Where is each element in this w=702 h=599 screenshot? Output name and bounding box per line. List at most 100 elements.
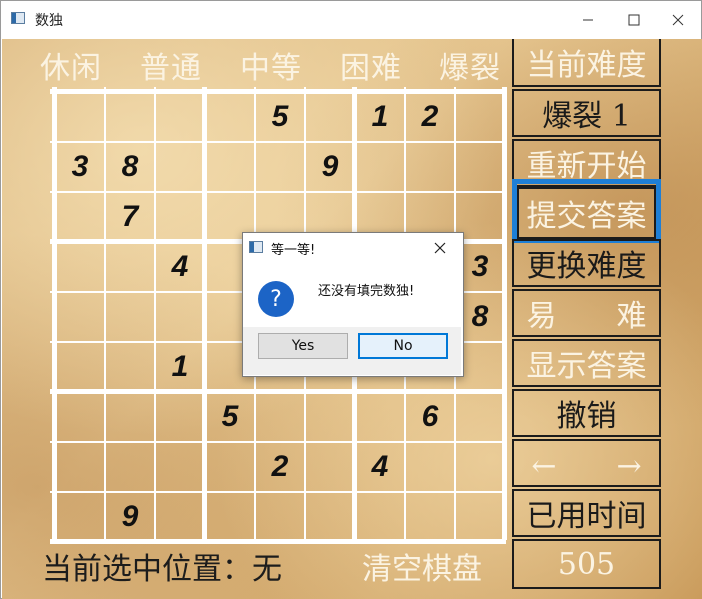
sudoku-cell[interactable] xyxy=(55,442,105,492)
sudoku-cell[interactable] xyxy=(55,242,105,292)
dialog-app-icon xyxy=(249,241,263,253)
sudoku-cell[interactable] xyxy=(155,92,205,142)
difficulty-tab-casual[interactable]: 休闲 xyxy=(40,43,102,87)
submit-answer-button[interactable]: 提交答案 xyxy=(517,187,656,239)
sudoku-cell[interactable] xyxy=(355,142,405,192)
sudoku-cell[interactable] xyxy=(155,492,205,542)
sudoku-cell[interactable] xyxy=(255,492,305,542)
clear-board-button[interactable]: 清空棋盘 xyxy=(362,544,482,588)
no-button[interactable]: No xyxy=(358,333,448,359)
sudoku-cell[interactable]: 1 xyxy=(355,92,405,142)
sudoku-cell[interactable] xyxy=(155,192,205,242)
sudoku-cell[interactable] xyxy=(255,142,305,192)
difficulty-tab-normal[interactable]: 普通 xyxy=(140,43,202,87)
difficulty-tab-medium[interactable]: 中等 xyxy=(240,43,302,87)
sudoku-cell[interactable] xyxy=(55,392,105,442)
sudoku-cell[interactable] xyxy=(405,442,455,492)
elapsed-time-label: 已用时间 xyxy=(512,489,661,537)
current-difficulty-header: 当前难度 xyxy=(512,39,661,87)
close-button[interactable] xyxy=(655,1,701,38)
sudoku-cell[interactable] xyxy=(55,342,105,392)
sudoku-cell[interactable] xyxy=(405,492,455,542)
sudoku-cell[interactable] xyxy=(105,92,155,142)
difficulty-tab-explosive[interactable]: 爆裂 xyxy=(439,43,501,87)
grid-box-line xyxy=(52,87,57,540)
sudoku-cell[interactable] xyxy=(155,442,205,492)
grid-box-line xyxy=(202,87,207,540)
dialog-title: 等一等! xyxy=(271,243,316,258)
sudoku-cell[interactable] xyxy=(455,442,505,492)
sudoku-cell[interactable] xyxy=(105,442,155,492)
grid-line xyxy=(50,441,506,443)
grid-line xyxy=(154,87,156,540)
sudoku-cell[interactable]: 7 xyxy=(105,192,155,242)
sudoku-cell[interactable]: 8 xyxy=(105,142,155,192)
sudoku-cell[interactable]: 2 xyxy=(255,442,305,492)
sudoku-cell[interactable] xyxy=(105,292,155,342)
sudoku-cell[interactable] xyxy=(405,142,455,192)
sudoku-cell[interactable]: 9 xyxy=(305,142,355,192)
minimize-button[interactable] xyxy=(565,1,611,38)
sudoku-cell[interactable] xyxy=(155,292,205,342)
selection-status: 当前选中位置：无 xyxy=(42,552,282,587)
sudoku-cell[interactable] xyxy=(155,392,205,442)
dialog-close-icon[interactable] xyxy=(431,239,449,257)
sudoku-cell[interactable] xyxy=(55,292,105,342)
undo-button[interactable]: 撤销 xyxy=(512,389,661,437)
sudoku-cell[interactable] xyxy=(355,492,405,542)
sudoku-cell[interactable]: 5 xyxy=(205,392,255,442)
sudoku-cell[interactable]: 4 xyxy=(155,242,205,292)
sudoku-cell[interactable] xyxy=(55,92,105,142)
sudoku-cell[interactable]: 2 xyxy=(405,92,455,142)
grid-box-line xyxy=(50,389,506,394)
yes-button[interactable]: Yes xyxy=(258,333,348,359)
sudoku-cell[interactable] xyxy=(105,242,155,292)
sudoku-cell[interactable] xyxy=(305,392,355,442)
sudoku-cell[interactable] xyxy=(455,142,505,192)
window-title: 数独 xyxy=(35,13,63,29)
difficulty-level-display: 爆裂 1 xyxy=(512,89,661,137)
sudoku-cell[interactable] xyxy=(455,492,505,542)
close-icon xyxy=(672,14,684,25)
sudoku-cell[interactable] xyxy=(105,342,155,392)
title-bar: 数独 xyxy=(1,1,701,38)
sudoku-cell[interactable] xyxy=(205,442,255,492)
sudoku-cell[interactable] xyxy=(305,92,355,142)
sudoku-cell[interactable]: 3 xyxy=(55,142,105,192)
difficulty-tab-hard[interactable]: 困难 xyxy=(340,43,402,87)
sudoku-cell[interactable] xyxy=(355,392,405,442)
grid-box-line xyxy=(502,87,507,540)
easy-hard-toggle[interactable]: 易 难 xyxy=(512,289,661,337)
sudoku-cell[interactable] xyxy=(305,442,355,492)
minimize-icon xyxy=(583,19,593,20)
change-difficulty-button[interactable]: 更换难度 xyxy=(512,239,661,287)
sudoku-cell[interactable]: 1 xyxy=(155,342,205,392)
sudoku-cell[interactable] xyxy=(105,392,155,442)
sudoku-cell[interactable] xyxy=(155,142,205,192)
dialog-message: 还没有填完数独! xyxy=(318,284,415,299)
sudoku-cell[interactable] xyxy=(455,92,505,142)
sudoku-cell[interactable] xyxy=(255,392,305,442)
grid-box-line xyxy=(50,89,506,94)
sudoku-cell[interactable] xyxy=(305,492,355,542)
grid-line xyxy=(104,87,106,540)
confirm-dialog: 等一等! ? 还没有填完数独! Yes No xyxy=(242,232,464,377)
maximize-icon xyxy=(628,14,640,25)
elapsed-time-value: 505 xyxy=(512,539,661,589)
sudoku-cell[interactable]: 4 xyxy=(355,442,405,492)
dialog-title-bar: 等一等! xyxy=(243,233,461,261)
question-icon: ? xyxy=(258,281,294,317)
app-window: 数独 休闲 普通 中等 困难 爆裂 5123897438156249 当前难度 … xyxy=(0,0,702,599)
sudoku-cell[interactable] xyxy=(55,492,105,542)
sudoku-cell[interactable]: 6 xyxy=(405,392,455,442)
sudoku-cell[interactable]: 9 xyxy=(105,492,155,542)
arrow-navigation[interactable]: ← → xyxy=(512,439,661,487)
show-answer-button[interactable]: 显示答案 xyxy=(512,339,661,387)
sudoku-cell[interactable] xyxy=(205,142,255,192)
sudoku-cell[interactable]: 5 xyxy=(255,92,305,142)
sudoku-cell[interactable] xyxy=(205,92,255,142)
sudoku-cell[interactable] xyxy=(205,492,255,542)
maximize-button[interactable] xyxy=(611,1,657,38)
sudoku-cell[interactable] xyxy=(55,192,105,242)
sudoku-cell[interactable] xyxy=(455,392,505,442)
